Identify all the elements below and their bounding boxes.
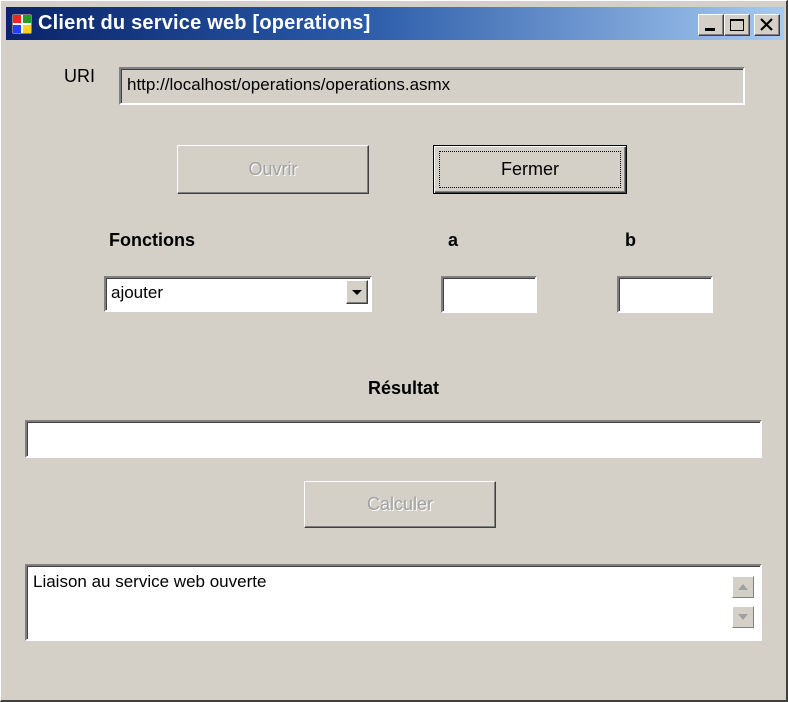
a-input[interactable] (441, 276, 537, 313)
chevron-down-icon (352, 290, 362, 295)
fonctions-label: Fonctions (109, 230, 195, 250)
fonctions-select[interactable]: ajouter (104, 276, 372, 312)
app-icon (12, 14, 32, 34)
maximize-icon (730, 19, 744, 31)
minimize-button[interactable] (698, 14, 724, 36)
uri-label: URI (64, 66, 95, 86)
title-bar[interactable]: Client du service web [operations] (6, 7, 784, 40)
fonctions-selected-value: ajouter (111, 283, 163, 302)
maximize-button[interactable] (724, 14, 750, 36)
arrow-up-icon (738, 584, 748, 590)
close-button[interactable] (754, 14, 780, 36)
arrow-down-icon (738, 614, 748, 620)
scroll-up-button[interactable] (732, 576, 754, 598)
b-label: b (625, 230, 636, 250)
resultat-label: Résultat (368, 378, 440, 398)
log-text: Liaison au service web ouverte (33, 572, 267, 591)
log-textbox[interactable]: Liaison au service web ouverte (25, 564, 762, 641)
fermer-button[interactable]: Fermer (433, 145, 627, 194)
uri-field[interactable]: http://localhost/operations/operations.a… (119, 67, 745, 105)
scroll-down-button[interactable] (732, 606, 754, 628)
ouvrir-label: Ouvrir (248, 159, 298, 179)
dropdown-button[interactable] (346, 280, 368, 304)
focus-rect (439, 151, 621, 188)
b-input[interactable] (617, 276, 713, 313)
window-title: Client du service web [operations] (38, 12, 371, 34)
a-label: a (448, 230, 459, 250)
minimize-icon (705, 28, 715, 31)
uri-value: http://localhost/operations/operations.a… (127, 75, 451, 94)
resultat-field[interactable] (25, 420, 762, 458)
calculer-label: Calculer (366, 494, 434, 514)
close-icon (760, 18, 773, 31)
calculer-button[interactable]: Calculer (304, 481, 496, 528)
ouvrir-button[interactable]: Ouvrir (177, 145, 369, 194)
main-window: Client du service web [operations] URI h… (0, 0, 788, 702)
